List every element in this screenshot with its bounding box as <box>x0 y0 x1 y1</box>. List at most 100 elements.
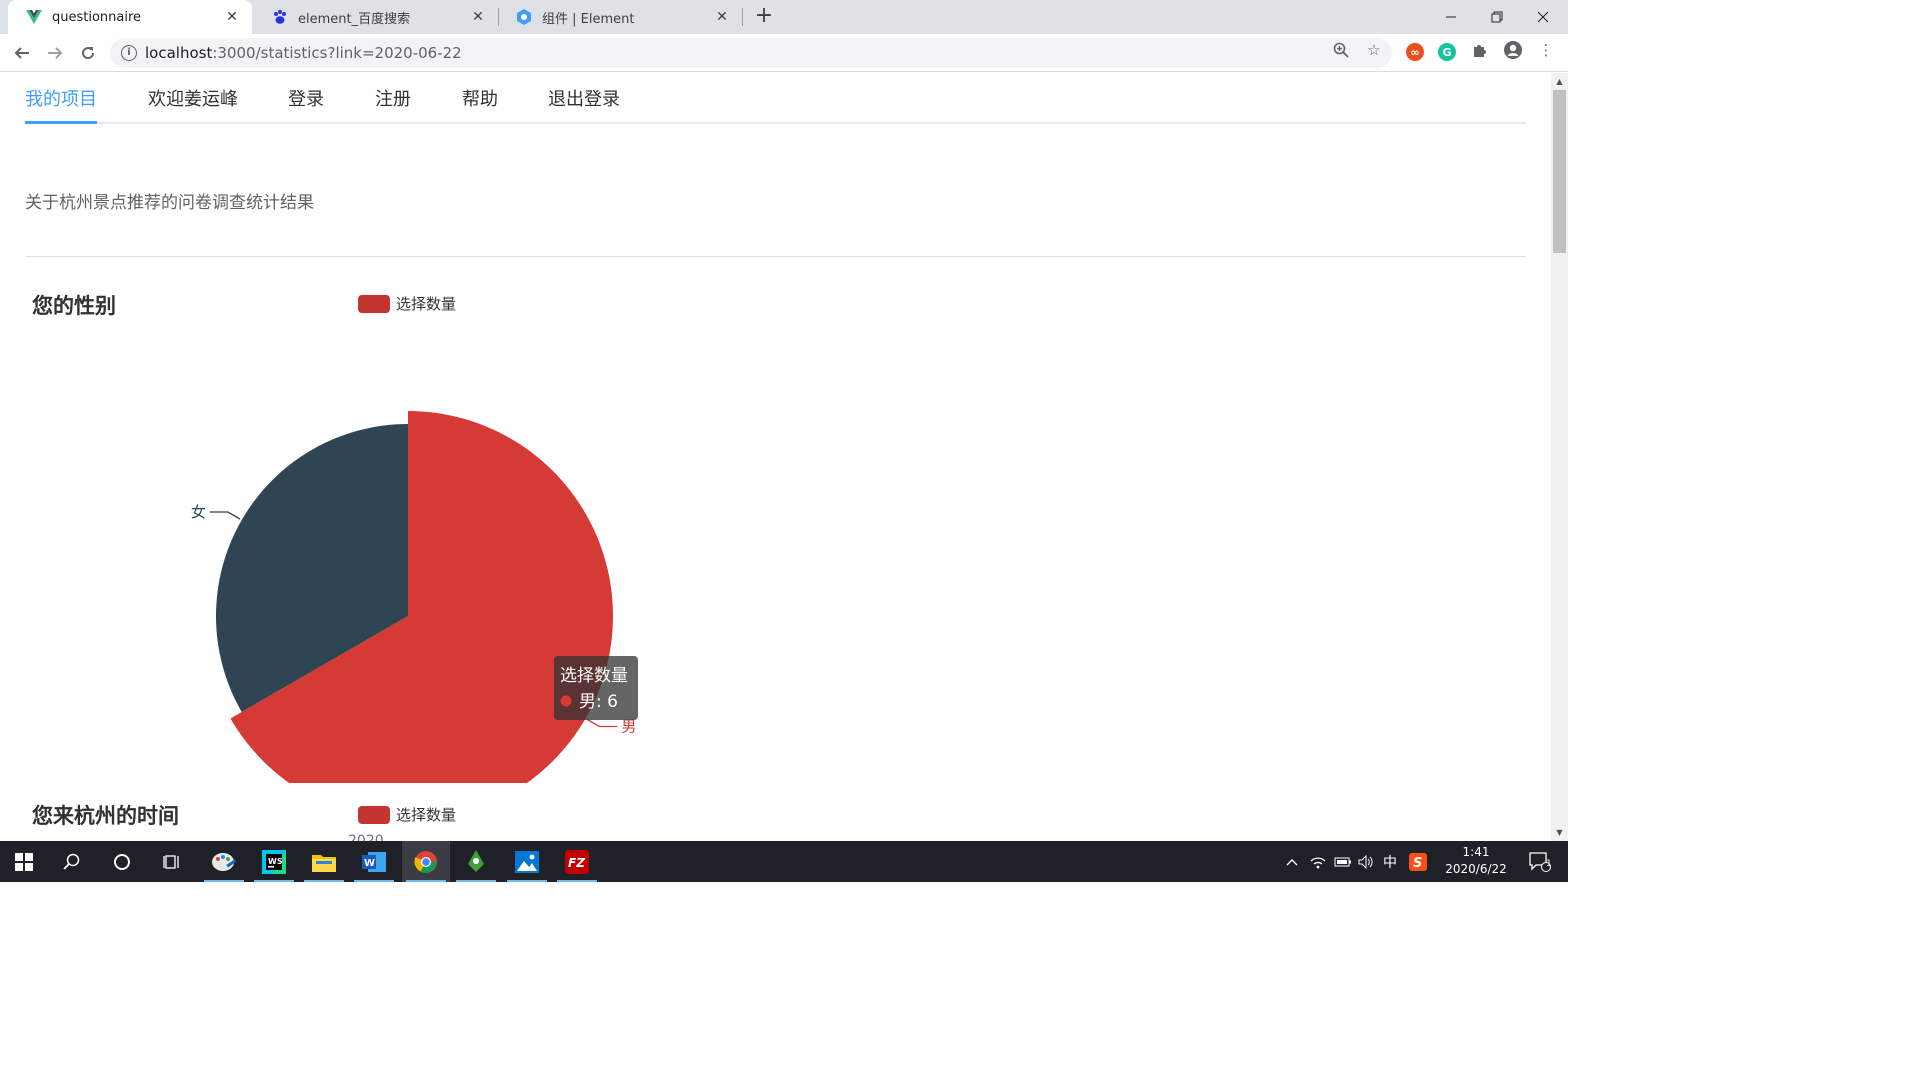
reload-button[interactable] <box>74 39 102 67</box>
chrome-icon <box>414 850 437 873</box>
nav-welcome-user[interactable]: 欢迎姜运峰 <box>148 85 238 122</box>
restore-icon <box>1491 11 1503 23</box>
extensions-puzzle-icon[interactable] <box>1470 40 1490 60</box>
profile-avatar-icon[interactable] <box>1503 40 1523 60</box>
sogou-ime-icon[interactable]: S <box>1406 841 1430 882</box>
close-tab-icon[interactable]: ✕ <box>224 9 240 25</box>
cortana-button[interactable] <box>98 841 146 882</box>
tab-title: element_百度搜索 <box>298 11 411 27</box>
element-logo-icon <box>516 9 532 25</box>
close-window-button[interactable] <box>1520 0 1566 34</box>
chart-tooltip: 选择数量男: 6 <box>554 656 638 720</box>
browser-menu-icon[interactable]: ⋮ <box>1536 40 1556 60</box>
taskbar-app-chrome[interactable] <box>402 841 450 882</box>
tab-element[interactable]: 组件 | Element ✕ <box>498 0 742 34</box>
legend-label: 选择数量 <box>396 295 457 313</box>
webstorm-icon: WS <box>262 849 286 874</box>
site-info-icon[interactable]: i <box>121 45 137 61</box>
search-button[interactable] <box>48 841 96 882</box>
taskbar-app-explorer[interactable] <box>300 841 348 882</box>
action-center-button[interactable]: 1 <box>1520 841 1560 882</box>
tab-separator <box>742 8 743 26</box>
axis-label-partial: 2020 <box>348 833 384 841</box>
network-tray-icon[interactable] <box>1306 841 1330 882</box>
scroll-down-arrow-icon[interactable]: ▼ <box>1551 824 1568 841</box>
svg-text:WS: WS <box>268 857 283 866</box>
nav-logout[interactable]: 退出登录 <box>548 85 620 122</box>
ime-indicator[interactable]: 中 <box>1379 841 1401 882</box>
nav-my-projects[interactable]: 我的项目 <box>25 85 97 124</box>
pie-label-line <box>586 718 618 728</box>
clock-time: 1:41 <box>1462 845 1490 859</box>
battery-icon <box>1334 857 1351 866</box>
extension-infinity-icon[interactable]: ∞ <box>1406 43 1424 61</box>
nav-register[interactable]: 注册 <box>375 85 411 122</box>
tab-questionnaire[interactable]: questionnaire ✕ <box>8 0 252 34</box>
start-button[interactable] <box>0 841 48 882</box>
restore-button[interactable] <box>1474 0 1520 34</box>
taskbar-app-robo3t[interactable] <box>452 841 500 882</box>
back-arrow-icon <box>14 47 29 59</box>
taskbar-app-webstorm[interactable]: WS <box>250 841 298 882</box>
zoom-icon[interactable] <box>1331 40 1351 60</box>
taskbar-app-photos[interactable] <box>503 841 551 882</box>
nav-help[interactable]: 帮助 <box>462 85 498 122</box>
svg-text:FZ: FZ <box>568 856 585 870</box>
wifi-icon <box>1310 856 1326 868</box>
chart-legend[interactable]: 选择数量 <box>358 804 456 825</box>
pie-label-line <box>209 511 241 520</box>
nav-login[interactable]: 登录 <box>288 85 324 122</box>
browser-toolbar: i localhost:3000/statistics?link=2020-06… <box>0 34 1568 72</box>
filezilla-icon: FZ <box>565 849 589 874</box>
page-content: 我的项目 欢迎姜运峰 登录 注册 帮助 退出登录 关于杭州景点推荐的问卷调查统计… <box>0 73 1551 841</box>
close-tab-icon[interactable]: ✕ <box>714 9 730 25</box>
top-nav-menu: 我的项目 欢迎姜运峰 登录 注册 帮助 退出登录 <box>25 73 1526 124</box>
taskbar-clock[interactable]: 1:41 2020/6/22 <box>1440 844 1512 878</box>
robo3t-icon <box>468 849 484 872</box>
close-icon <box>1537 11 1549 23</box>
tooltip-value: 男: 6 <box>579 692 618 712</box>
address-bar[interactable]: i localhost:3000/statistics?link=2020-06… <box>110 38 1392 68</box>
battery-tray-icon[interactable] <box>1331 841 1355 882</box>
cortana-circle-icon <box>114 853 130 870</box>
browser-tab-strip: questionnaire ✕ element_百度搜索 ✕ 组件 | Elem… <box>0 0 1568 34</box>
legend-swatch <box>358 805 390 824</box>
taskbar-app-word[interactable]: W <box>350 841 398 882</box>
back-button[interactable] <box>8 39 36 67</box>
clock-date: 2020/6/22 <box>1445 862 1507 876</box>
svg-text:S: S <box>1413 856 1422 871</box>
forward-button[interactable] <box>41 39 69 67</box>
grammarly-icon[interactable]: G <box>1438 43 1456 61</box>
file-explorer-icon <box>312 854 336 872</box>
search-icon <box>63 853 80 870</box>
close-tab-icon[interactable]: ✕ <box>470 9 486 25</box>
tooltip-series-name: 选择数量 <box>560 666 628 686</box>
taskbar-app-filezilla[interactable]: FZ <box>553 841 601 882</box>
tab-title: 组件 | Element <box>542 11 635 27</box>
question-title: 您来杭州的时间 <box>32 804 179 828</box>
task-view-icon <box>163 854 179 869</box>
scroll-up-arrow-icon[interactable]: ▲ <box>1551 73 1568 90</box>
task-view-button[interactable] <box>148 841 196 882</box>
pie-label: 男 <box>621 718 636 736</box>
bookmark-star-icon[interactable]: ☆ <box>1364 40 1384 60</box>
svg-text:W: W <box>364 858 375 869</box>
baidu-paw-icon <box>272 9 288 25</box>
tab-baidu[interactable]: element_百度搜索 ✕ <box>254 0 498 34</box>
gender-pie-chart[interactable]: 男 女选择数量男: 6 <box>0 313 720 783</box>
legend-swatch <box>358 294 390 313</box>
scrollbar-thumb[interactable] <box>1553 90 1566 253</box>
notification-count: 1 <box>1546 859 1552 869</box>
chevron-up-icon <box>1286 858 1298 865</box>
tab-title: questionnaire <box>52 9 142 25</box>
show-hidden-icons-button[interactable] <box>1282 841 1302 882</box>
taskbar-app-paint[interactable] <box>200 841 248 882</box>
page-scrollbar[interactable]: ▲ ▼ <box>1551 73 1568 841</box>
url-text[interactable]: localhost:3000/statistics?link=2020-06-2… <box>145 44 462 62</box>
survey-title: 关于杭州景点推荐的问卷调查统计结果 <box>25 193 314 213</box>
windows-logo-icon <box>15 852 33 871</box>
volume-tray-icon[interactable] <box>1355 841 1377 882</box>
minimize-button[interactable] <box>1428 0 1474 34</box>
new-tab-button[interactable]: + <box>752 5 776 29</box>
chart-legend[interactable]: 选择数量 <box>358 293 456 314</box>
